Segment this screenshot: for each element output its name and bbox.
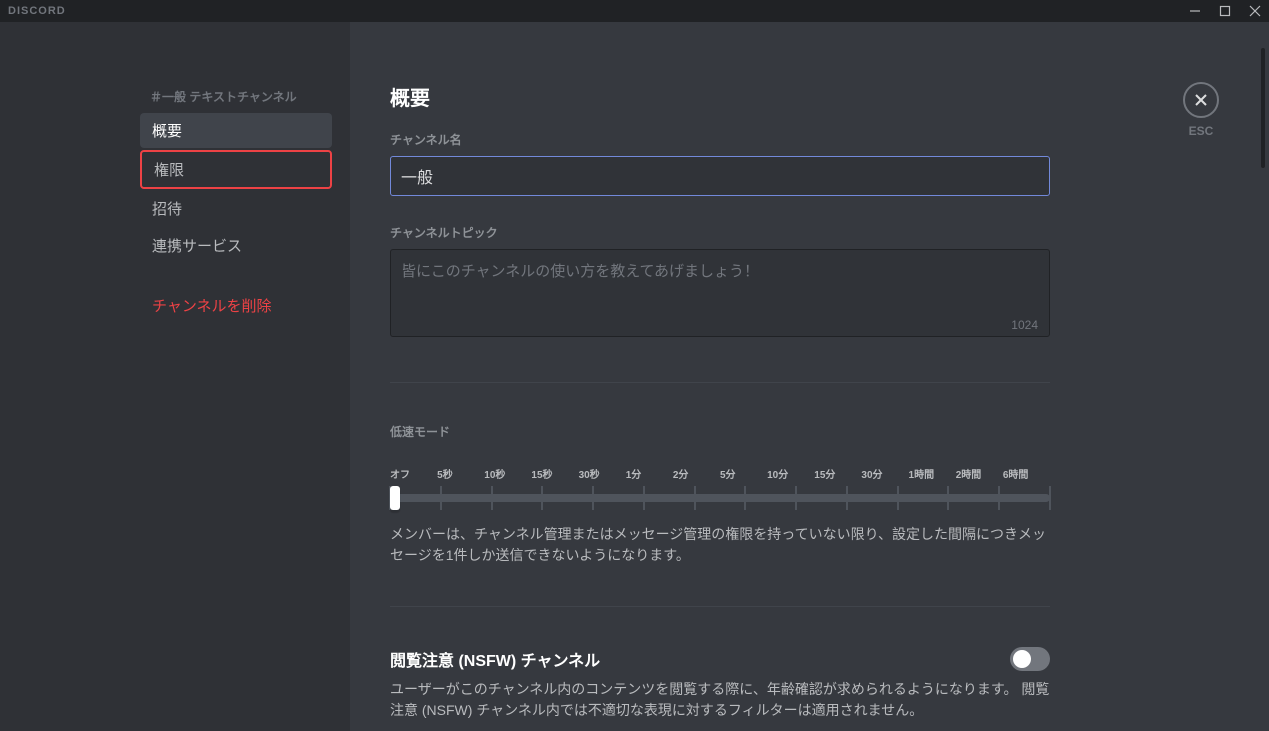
toggle-knob	[1013, 650, 1031, 668]
slider-tick-label: 1時間	[909, 470, 956, 482]
slider-tick-label: 2時間	[956, 470, 1003, 482]
slider-tick-label: 30分	[861, 470, 908, 482]
slider-tick-label: 1分	[626, 470, 673, 482]
slider-tick	[1049, 486, 1051, 510]
slider-tick-label: 15分	[814, 470, 861, 482]
app-brand: DISCORD	[8, 5, 66, 17]
sidebar-item-label: 連携サービス	[152, 238, 242, 255]
slider-tick	[541, 486, 543, 510]
slider-tick-label: 5分	[720, 470, 767, 482]
channel-type-label: テキストチャンネル	[186, 90, 297, 104]
slider-tick-label: オフ	[390, 470, 437, 482]
settings-sidebar: ＃一般 テキストチャンネル 概要 権限 招待 連携サービス チャンネルを削除	[0, 22, 350, 731]
nsfw-toggle[interactable]	[1010, 647, 1050, 671]
slider-tick-label: 5秒	[437, 470, 484, 482]
sidebar-item-invites[interactable]: 招待	[140, 191, 332, 226]
slider-tick	[694, 486, 696, 510]
slider-tick-label: 10秒	[484, 470, 531, 482]
section-divider	[390, 382, 1050, 383]
page-title: 概要	[390, 82, 1050, 111]
sidebar-item-label: 概要	[152, 123, 182, 140]
channel-hash-name: ＃一般	[150, 90, 186, 104]
slider-bar	[390, 494, 1050, 502]
channel-name-label: チャンネル名	[390, 131, 1050, 148]
slider-tick	[998, 486, 1000, 510]
sidebar-item-delete-channel[interactable]: チャンネルを削除	[140, 288, 332, 323]
scrollbar[interactable]	[1261, 48, 1265, 168]
sidebar-divider	[140, 275, 350, 276]
nsfw-title: 閲覧注意 (NSFW) チャンネル	[390, 647, 600, 671]
slider-tick	[897, 486, 899, 510]
window-controls	[1189, 5, 1261, 17]
main-content: 概要 チャンネル名 チャンネルトピック 1024 低速モード オフ5秒10秒15…	[350, 22, 1269, 731]
close-settings-button[interactable]: ESC	[1183, 82, 1219, 138]
minimize-button[interactable]	[1189, 5, 1201, 17]
close-icon	[1183, 82, 1219, 118]
slider-tick	[643, 486, 645, 510]
slider-tick	[846, 486, 848, 510]
titlebar: DISCORD	[0, 0, 1269, 22]
section-divider	[390, 606, 1050, 607]
slider-tick-label: 30秒	[579, 470, 626, 482]
slider-handle[interactable]	[390, 486, 400, 510]
sidebar-item-label: チャンネルを削除	[152, 298, 272, 315]
slider-tick	[744, 486, 746, 510]
maximize-button[interactable]	[1219, 5, 1231, 17]
slowmode-label: 低速モード	[390, 423, 1050, 440]
nsfw-help: ユーザーがこのチャンネル内のコンテンツを閲覧する際に、年齢確認が求められるように…	[390, 679, 1050, 721]
sidebar-item-integrations[interactable]: 連携サービス	[140, 228, 332, 263]
channel-topic-input[interactable]	[390, 249, 1050, 337]
slider-tick	[947, 486, 949, 510]
sidebar-item-permissions[interactable]: 権限	[140, 150, 332, 189]
close-button[interactable]	[1249, 5, 1261, 17]
channel-name-input[interactable]	[390, 156, 1050, 196]
sidebar-header: ＃一般 テキストチャンネル	[140, 82, 350, 111]
slider-tick-label: 15秒	[531, 470, 578, 482]
esc-label: ESC	[1183, 124, 1219, 138]
topic-char-count: 1024	[1011, 318, 1038, 332]
slider-tick	[440, 486, 442, 510]
slowmode-slider[interactable]: オフ5秒10秒15秒30秒1分2分5分10分15分30分1時間2時間6時間	[390, 470, 1050, 510]
slider-tick-label: 10分	[767, 470, 814, 482]
slider-tick	[491, 486, 493, 510]
slowmode-help: メンバーは、チャンネル管理またはメッセージ管理の権限を持っていない限り、設定した…	[390, 524, 1050, 566]
sidebar-item-label: 権限	[154, 162, 184, 179]
sidebar-item-label: 招待	[152, 201, 182, 218]
channel-topic-label: チャンネルトピック	[390, 224, 1050, 241]
slider-tick-label: 2分	[673, 470, 720, 482]
slider-tick-label: 6時間	[1003, 470, 1050, 482]
slider-tick	[795, 486, 797, 510]
sidebar-item-overview[interactable]: 概要	[140, 113, 332, 148]
slider-tick	[592, 486, 594, 510]
